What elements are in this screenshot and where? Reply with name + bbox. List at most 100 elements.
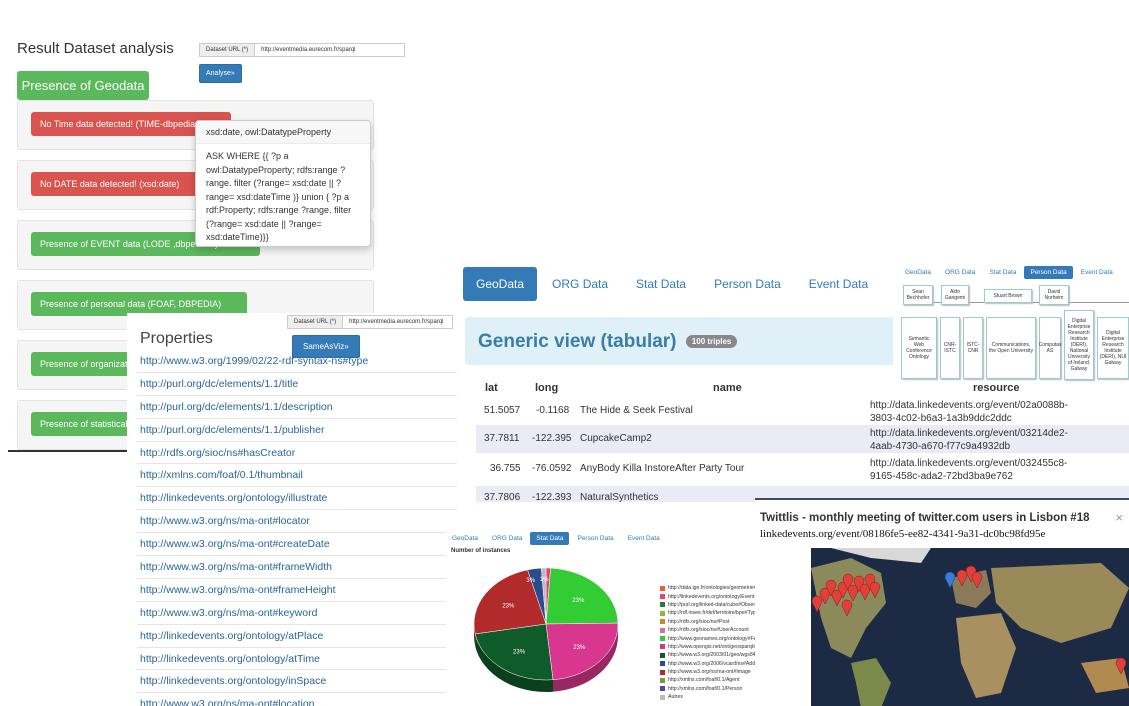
properties-title: Properties: [140, 330, 213, 347]
tab-event-data[interactable]: Event Data: [622, 532, 666, 545]
map-marker-icon: [1115, 657, 1127, 675]
pie-slice-label: 23%: [572, 598, 585, 604]
map-marker-icon: [811, 595, 823, 613]
legend-label: http://xmlns.com/foaf/0.1/Person: [668, 685, 743, 692]
legend-swatch: [660, 619, 665, 625]
alert-no-date: No DATE data detected! (xsd:date): [31, 172, 203, 196]
org-node[interactable]: Digital Enterprise Research Institute (D…: [1064, 310, 1094, 380]
org-node[interactable]: Semantic Web Conference Ontology: [901, 317, 937, 379]
cell-name: AnyBody Killa InstoreAfter Party Tour: [580, 463, 745, 474]
resource-line-2: 3803-4c02-b6a3-1a3b9ddc2ddc: [870, 413, 1012, 424]
cell-long: -0.1168: [536, 405, 570, 416]
tab-event-data[interactable]: Event Data: [796, 267, 881, 301]
pie-slice-label: 23%: [502, 603, 515, 609]
world-map[interactable]: [811, 548, 1129, 706]
org-node[interactable]: CNR-ISTC: [940, 317, 960, 379]
close-icon[interactable]: ×: [1115, 510, 1123, 525]
legend-swatch: [660, 694, 665, 700]
legend-swatch: [660, 585, 665, 591]
col-header-resource: resource: [973, 382, 1020, 394]
event-link[interactable]: linkedevents.org/event/08186fe5-ee82-434…: [760, 528, 1045, 540]
resource-line-2: 9165-458c-ada2-72bd3ba9e762: [870, 471, 1013, 482]
map-markers: [811, 565, 1127, 675]
popover-body: ASK WHERE {{ ?p a owl:DatatypeProperty; …: [206, 151, 352, 242]
property-link[interactable]: http://www.w3.org/ns/ma-ont#frameWidth: [137, 556, 457, 579]
property-link[interactable]: http://www.w3.org/1999/02/22-rdf-syntax-…: [137, 350, 457, 373]
property-link[interactable]: http://rdfs.org/sioc/ns#hasCreator: [137, 442, 457, 465]
geodata-button[interactable]: Presence of Geodata: [17, 71, 149, 100]
analyse-button[interactable]: Analyse»: [199, 64, 242, 83]
tab-event-data[interactable]: Event Data: [1075, 266, 1119, 279]
tab-geodata[interactable]: GeoData: [463, 267, 538, 301]
tab-org-data[interactable]: ORG Data: [539, 267, 621, 301]
tab-geodata[interactable]: GeoData: [446, 532, 484, 545]
person-node[interactable]: Stuart Brown: [984, 289, 1032, 303]
person-node[interactable]: Sean Bechhofer: [903, 285, 933, 305]
table-row: 37.7811 -122.395 CupcakeCamp2 http://dat…: [476, 425, 1129, 453]
pie-slice: [545, 622, 619, 681]
tab-org-data[interactable]: ORG Data: [939, 266, 981, 279]
dataset-url-group: Dataset URL (*) http://eventmedia.eureco…: [287, 315, 454, 329]
dataset-url-label: Dataset URL (*): [199, 43, 256, 57]
person-node[interactable]: Aldo Gangemi: [941, 285, 969, 305]
tab-person-data[interactable]: Person Data: [1024, 266, 1073, 279]
org-node[interactable]: Computas AS: [1039, 317, 1061, 379]
cell-resource[interactable]: http://data.linkedevents.org/event/02a00…: [870, 399, 1068, 425]
org-node[interactable]: Digital Enterprise Research Institute (D…: [1097, 317, 1129, 379]
tab-stat-data[interactable]: Stat Data: [983, 266, 1022, 279]
tab-org-data[interactable]: ORG Data: [486, 532, 528, 545]
legend-swatch: [660, 669, 665, 675]
table-row: 51.5057 -0.1168 The Hide & Seek Festival…: [476, 397, 1129, 425]
org-node[interactable]: ISTC-CNR: [963, 317, 983, 379]
resource-line-1: http://data.linkedevents.org/event/03245…: [870, 458, 1068, 469]
property-link[interactable]: http://www.w3.org/ns/ma-ont#keyword: [137, 602, 457, 625]
pie-slice-label: 1%: [540, 577, 549, 583]
property-link[interactable]: http://linkedevents.org/ontology/atTime: [137, 648, 457, 671]
cell-name: The Hide & Seek Festival: [580, 405, 693, 416]
person-node[interactable]: David Norheim: [1039, 285, 1069, 305]
generic-view-header: Generic view (tabular) 100 triples: [465, 317, 940, 365]
property-link[interactable]: http://linkedevents.org/ontology/inSpace: [137, 670, 457, 694]
generic-view-title: Generic view (tabular) 100 triples: [478, 331, 738, 353]
dataset-url-input[interactable]: http://eventmedia.eurecom.fr/sparql: [255, 43, 406, 57]
legend-swatch: [660, 652, 665, 658]
property-link[interactable]: http://www.w3.org/ns/ma-ont#frameHeight: [137, 579, 457, 602]
tab-person-data[interactable]: Person Data: [571, 532, 619, 545]
legend-swatch: [660, 627, 665, 633]
property-link[interactable]: http://purl.org/dc/elements/1.1/publishe…: [137, 419, 457, 442]
chart-title: Number of instances: [451, 548, 511, 554]
stat-chart-panel: GeoData ORG Data Stat Data Person Data E…: [446, 532, 800, 706]
tab-stat-data[interactable]: Stat Data: [530, 532, 570, 545]
property-link[interactable]: http://www.w3.org/ns/ma-ont#location: [137, 693, 457, 706]
property-link[interactable]: http://purl.org/dc/elements/1.1/descript…: [137, 396, 457, 419]
cell-resource[interactable]: http://data.linkedevents.org/event/03245…: [870, 457, 1067, 483]
tab-stat-data[interactable]: Stat Data: [623, 267, 699, 301]
stat-tabs: GeoData ORG Data Stat Data Person Data E…: [446, 532, 668, 545]
legend-label: http://www.w3.org/ns/ma-ont#Image: [668, 669, 751, 676]
col-header-lat: lat: [485, 382, 498, 394]
table-row: 36.755 -76.0592 AnyBody Killa InstoreAft…: [476, 455, 1129, 483]
legend-label: http://xmlns.com/foaf/0.1/Agent: [668, 677, 740, 684]
property-link[interactable]: http://www.w3.org/ns/ma-ont#locator: [137, 510, 457, 534]
dataset-url-input[interactable]: http://eventmedia.eurecom.fr/sparql: [343, 315, 454, 329]
property-link[interactable]: http://xmlns.com/foaf/0.1/thumbnail: [137, 464, 457, 488]
map-marker-icon: [971, 571, 983, 589]
property-link[interactable]: http://linkedevents.org/ontology/illustr…: [137, 487, 457, 511]
property-link[interactable]: http://linkedevents.org/ontology/atPlace: [137, 625, 457, 648]
org-tabs: GeoData ORG Data Stat Data Person Data E…: [899, 266, 1121, 279]
col-header-name: name: [713, 382, 742, 394]
alert-statistical-data: Presence of statistical...: [31, 412, 131, 436]
cell-lat: 37.7806: [484, 492, 521, 503]
tab-geodata[interactable]: GeoData: [899, 266, 937, 279]
org-node[interactable]: Communications, the Open University: [986, 317, 1036, 379]
view-tabs: GeoData ORG Data Stat Data Person Data E…: [463, 267, 883, 301]
cell-resource[interactable]: http://data.linkedevents.org/event/03214…: [870, 427, 1068, 453]
generic-view-title-text: Generic view (tabular): [478, 331, 677, 352]
tab-person-data[interactable]: Person Data: [701, 267, 794, 301]
selected-marker-icon: [944, 571, 956, 589]
property-link[interactable]: http://www.w3.org/ns/ma-ont#createDate: [137, 533, 457, 557]
cell-long: -76.0592: [532, 463, 572, 474]
divider: [8, 450, 128, 452]
legend-label: http://data.ign.fr/ontologies/geometrie#…: [668, 585, 769, 592]
property-link[interactable]: http://purl.org/dc/elements/1.1/title: [137, 373, 457, 396]
